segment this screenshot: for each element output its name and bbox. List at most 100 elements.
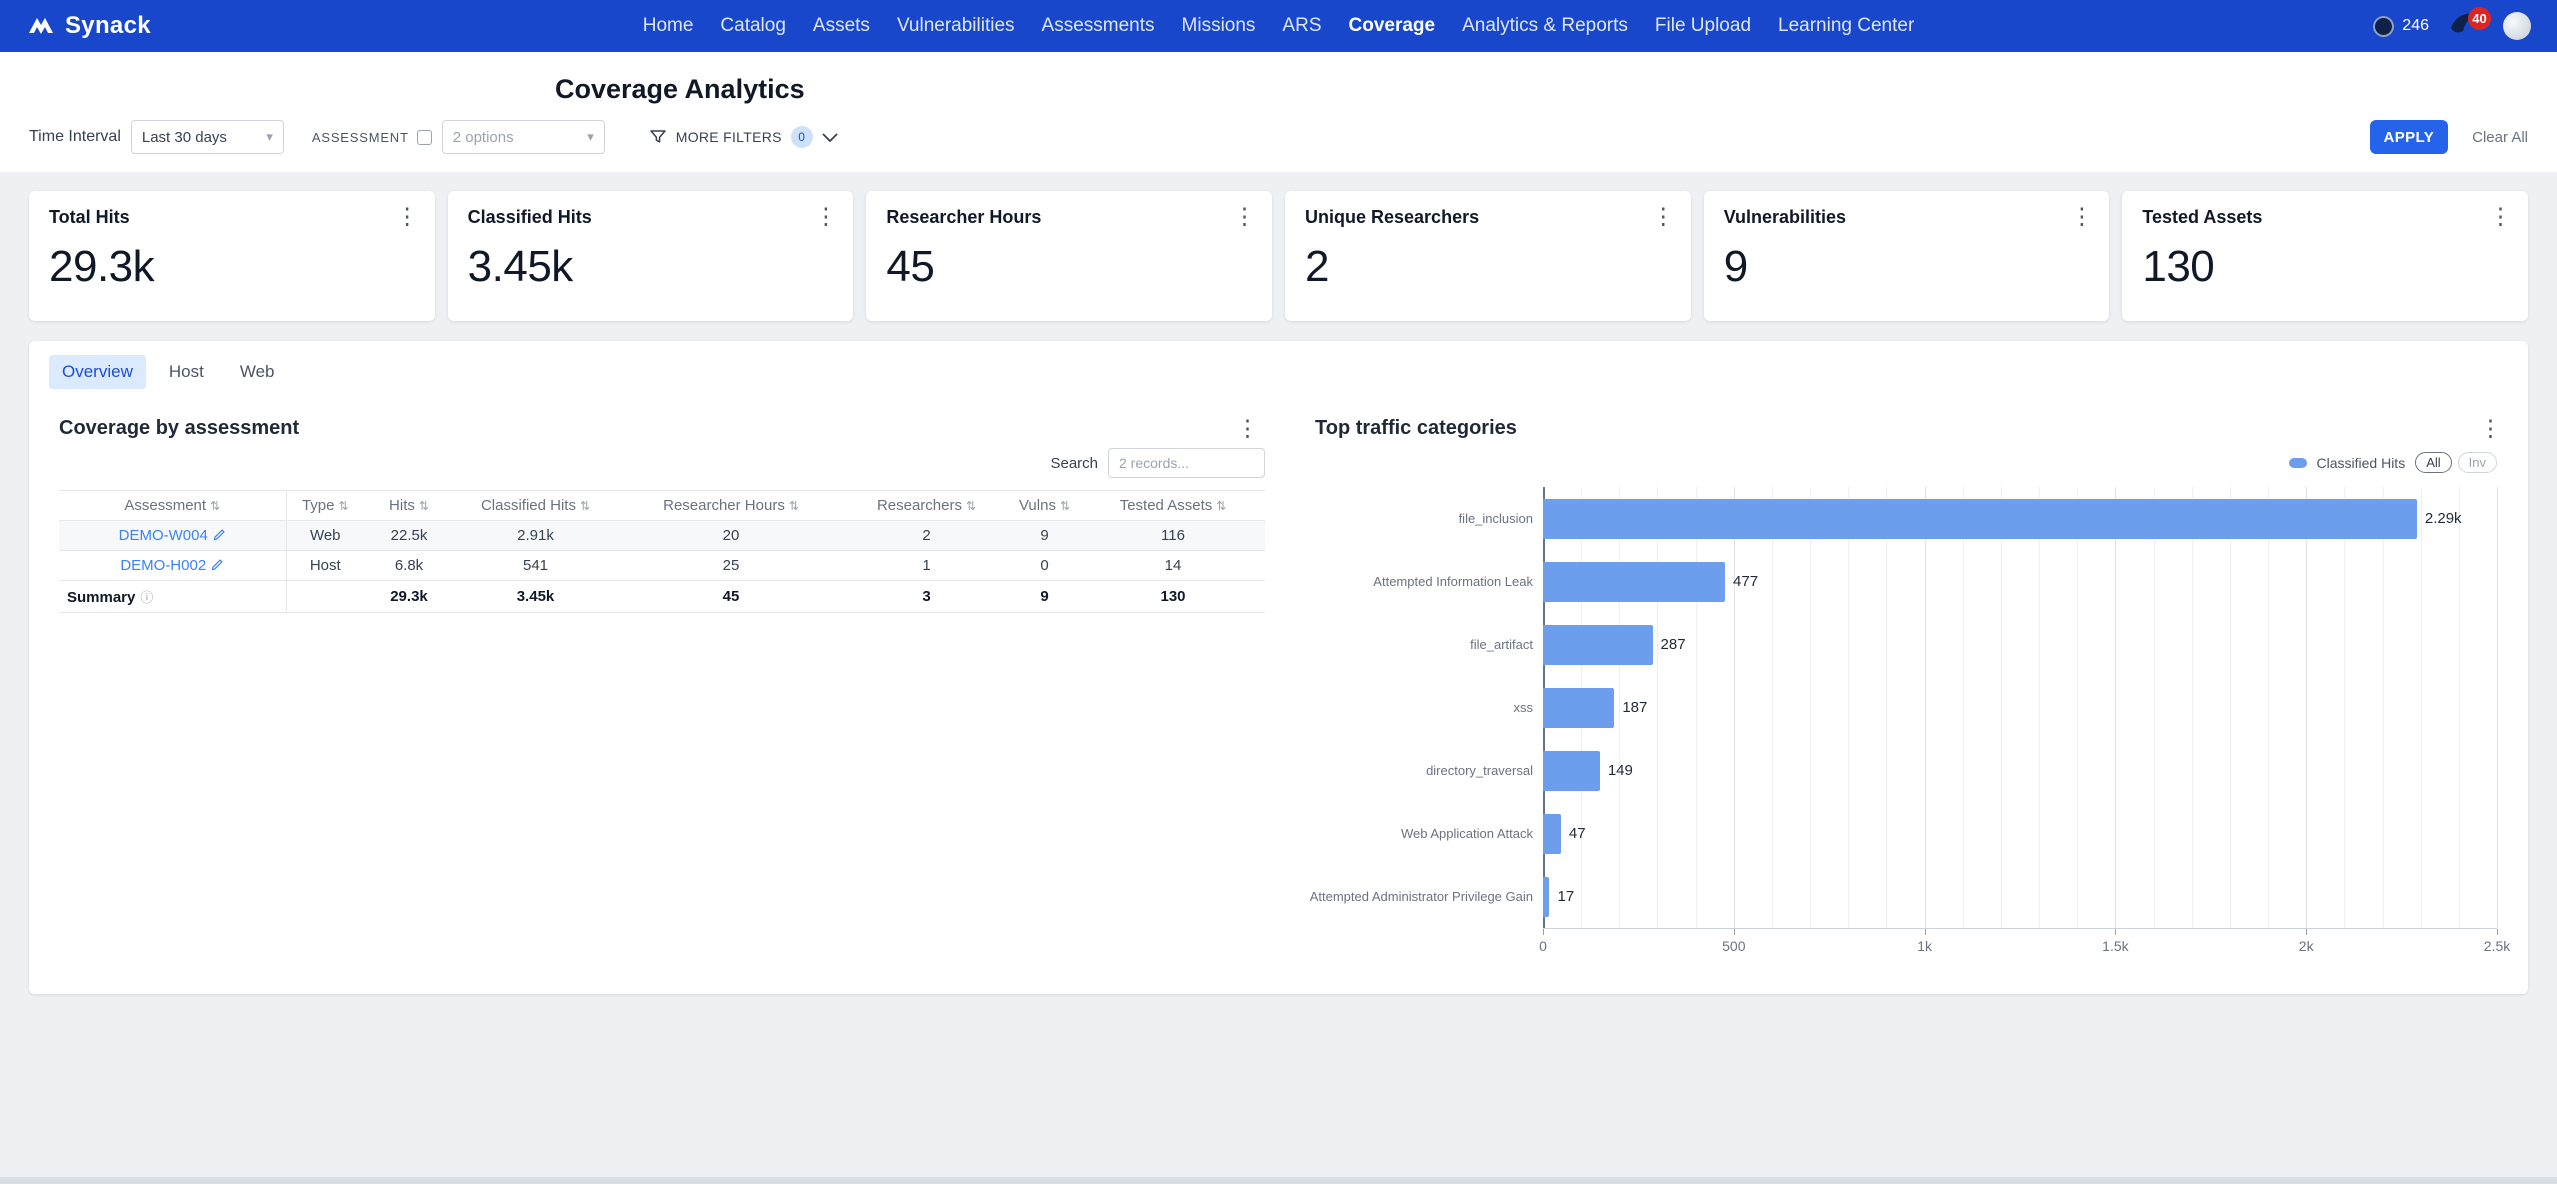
nav-item-file-upload[interactable]: File Upload	[1655, 15, 1751, 37]
nav-item-analytics-reports[interactable]: Analytics & Reports	[1462, 15, 1628, 37]
axis-tick-label: 2k	[2299, 938, 2314, 954]
stat-card-vulnerabilities: Vulnerabilities⋮9	[1704, 191, 2110, 321]
stat-card-value: 29.3k	[49, 242, 415, 292]
brand-name: Synack	[65, 12, 151, 40]
notifications-button[interactable]: 40	[2449, 11, 2483, 41]
info-icon: ⓘ	[140, 590, 153, 605]
summary-researchers: 3	[845, 581, 1008, 613]
bar-directory-traversal	[1543, 751, 1600, 791]
card-menu-button[interactable]: ⋮	[1227, 203, 1262, 230]
cell-researcher_hours: 20	[617, 521, 845, 551]
table-menu-button[interactable]: ⋮	[1230, 415, 1265, 442]
summary-row: Summaryⓘ29.3k3.45k4539130	[59, 581, 1265, 613]
bar-value-label: 187	[1622, 699, 1647, 716]
search-input[interactable]	[1108, 448, 1265, 478]
nav-item-home[interactable]: Home	[643, 15, 694, 37]
stat-card-title: Vulnerabilities	[1724, 207, 2090, 228]
stat-card-title: Total Hits	[49, 207, 415, 228]
page-header: Coverage Analytics Time Interval Last 30…	[0, 52, 2557, 172]
stat-card-title: Tested Assets	[2142, 207, 2508, 228]
summary-type	[286, 581, 364, 613]
credits-indicator[interactable]: 246	[2373, 16, 2429, 37]
table-row: DEMO-W004Web22.5k2.91k2029116	[59, 521, 1265, 551]
column-header-researchers[interactable]: Researchers⇅	[845, 491, 1008, 521]
nav-item-learning-center[interactable]: Learning Center	[1778, 15, 1914, 37]
cell-hits: 6.8k	[364, 551, 454, 581]
tab-host[interactable]: Host	[156, 355, 217, 389]
card-menu-button[interactable]: ⋮	[390, 203, 425, 230]
more-filters-label: MORE FILTERS	[676, 129, 782, 145]
assessment-select[interactable]: 2 options ▾	[442, 120, 605, 154]
credits-icon	[2373, 16, 2394, 37]
cell-type: Host	[286, 551, 364, 581]
card-menu-button[interactable]: ⋮	[2483, 203, 2518, 230]
chart-x-axis: 05001k1.5k2k2.5k	[1543, 928, 2497, 958]
cell-researchers: 2	[845, 521, 1008, 551]
column-header-label: Researcher Hours	[663, 497, 785, 514]
tab-overview[interactable]: Overview	[49, 355, 146, 389]
cell-classified_hits: 2.91k	[454, 521, 617, 551]
summary-assessment: Summaryⓘ	[59, 581, 286, 613]
more-filters-button[interactable]: MORE FILTERS 0	[649, 126, 838, 148]
nav-item-assets[interactable]: Assets	[813, 15, 870, 37]
legend-inv-toggle[interactable]: Inv	[2458, 452, 2497, 473]
column-header-type[interactable]: Type⇅	[286, 491, 364, 521]
nav-item-ars[interactable]: ARS	[1282, 15, 1321, 37]
edit-icon	[213, 528, 226, 541]
column-header-label: Tested Assets	[1120, 497, 1213, 514]
column-header-label: Type	[302, 497, 335, 514]
card-menu-button[interactable]: ⋮	[2064, 203, 2099, 230]
brand[interactable]: Synack	[26, 12, 151, 40]
column-header-researcher-hours[interactable]: Researcher Hours⇅	[617, 491, 845, 521]
bar-value-label: 47	[1569, 825, 1586, 842]
cell-assessment: DEMO-H002	[59, 551, 286, 581]
bar-file-inclusion	[1543, 499, 2417, 539]
column-header-vulns[interactable]: Vulns⇅	[1008, 491, 1081, 521]
more-filters-count-badge: 0	[791, 126, 813, 148]
bar-chart: file_inclusionAttempted Information Leak…	[1315, 487, 2497, 958]
column-header-assessment[interactable]: Assessment⇅	[59, 491, 286, 521]
axis-tick	[1734, 929, 1735, 935]
bar-row: 287	[1543, 613, 2497, 676]
sort-icon: ⇅	[419, 499, 429, 513]
column-header-hits[interactable]: Hits⇅	[364, 491, 454, 521]
axis-tick	[2306, 929, 2307, 935]
assessment-link[interactable]: DEMO-W004	[119, 527, 208, 544]
axis-tick-label: 1k	[1917, 938, 1932, 954]
bar-value-label: 149	[1608, 762, 1633, 779]
assessment-placeholder: 2 options	[453, 129, 514, 146]
table-search: Search	[59, 448, 1265, 478]
column-header-tested-assets[interactable]: Tested Assets⇅	[1081, 491, 1265, 521]
bar-row: 187	[1543, 676, 2497, 739]
avatar[interactable]	[2503, 12, 2531, 40]
clear-all-button[interactable]: Clear All	[2472, 129, 2528, 146]
axis-tick-label: 2.5k	[2484, 938, 2510, 954]
sort-icon: ⇅	[1060, 499, 1070, 513]
chart-menu-button[interactable]: ⋮	[2473, 415, 2508, 442]
nav-item-coverage[interactable]: Coverage	[1349, 15, 1436, 37]
time-interval-select[interactable]: Last 30 days ▾	[131, 120, 284, 154]
card-menu-button[interactable]: ⋮	[1646, 203, 1681, 230]
legend-all-toggle[interactable]: All	[2415, 452, 2451, 473]
bar-row: 17	[1543, 865, 2497, 928]
column-header-classified-hits[interactable]: Classified Hits⇅	[454, 491, 617, 521]
card-menu-button[interactable]: ⋮	[808, 203, 843, 230]
filter-bar: Time Interval Last 30 days ▾ ASSESSMENT …	[0, 120, 2557, 154]
assessment-link[interactable]: DEMO-H002	[120, 557, 206, 574]
horizontal-scrollbar[interactable]	[0, 1177, 2557, 1184]
nav-item-missions[interactable]: Missions	[1182, 15, 1256, 37]
tab-web[interactable]: Web	[227, 355, 288, 389]
axis-tick	[2497, 929, 2498, 935]
nav-item-catalog[interactable]: Catalog	[720, 15, 786, 37]
cell-vulns: 0	[1008, 551, 1081, 581]
nav-item-assessments[interactable]: Assessments	[1042, 15, 1155, 37]
category-label: Attempted Administrator Privilege Gain	[1315, 865, 1543, 928]
bar-value-label: 2.29k	[2425, 510, 2462, 527]
nav-item-vulnerabilities[interactable]: Vulnerabilities	[897, 15, 1015, 37]
filter-funnel-icon	[649, 128, 667, 146]
apply-button[interactable]: APPLY	[2370, 120, 2449, 154]
assessment-checkbox[interactable]	[417, 130, 432, 145]
bar-file-artifact	[1543, 625, 1653, 665]
sort-icon: ⇅	[580, 499, 590, 513]
summary-classified_hits: 3.45k	[454, 581, 617, 613]
